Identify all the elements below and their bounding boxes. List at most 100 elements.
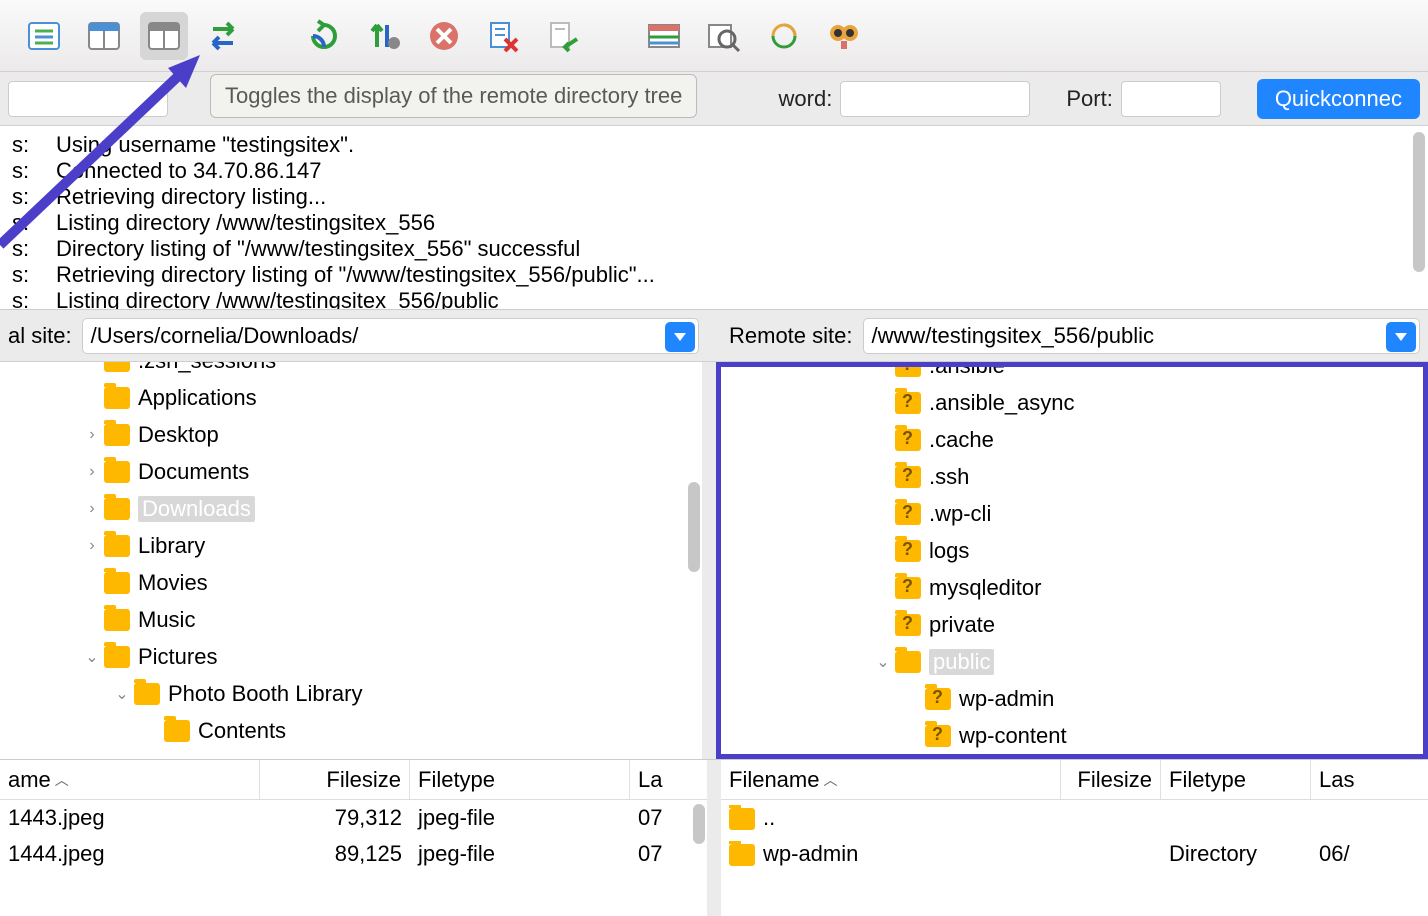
compare-icon[interactable] xyxy=(640,12,688,60)
tree-item-label: Contents xyxy=(198,718,286,744)
site-bars: al site: /Users/cornelia/Downloads/ Remo… xyxy=(0,310,1428,362)
tree-item[interactable]: ⌄ Pictures xyxy=(0,638,702,675)
tree-item[interactable]: private xyxy=(721,606,1423,643)
twisty-icon[interactable]: ⌄ xyxy=(110,684,134,704)
file-row[interactable]: 1443.jpeg79,312jpeg-file07 xyxy=(0,800,707,836)
tree-item-label: mysqleditor xyxy=(929,575,1041,601)
file-row[interactable]: 1444.jpeg89,125jpeg-file07 xyxy=(0,836,707,872)
tree-item-label: Library xyxy=(138,533,205,559)
toggle-local-tree-icon[interactable] xyxy=(80,12,128,60)
tree-item[interactable]: ⌄Photo Booth Library xyxy=(0,675,702,712)
password-label: word: xyxy=(779,86,833,112)
host-input[interactable] xyxy=(8,81,168,117)
log-line: Using username "testingsitex". xyxy=(56,132,1416,158)
dropdown-icon[interactable] xyxy=(1386,322,1416,352)
tree-item[interactable]: ⌄public xyxy=(721,643,1423,680)
tree-item[interactable]: .zsh_sessions xyxy=(0,362,702,379)
local-tree[interactable]: .zsh_sessionsApplications›Desktop›Docume… xyxy=(0,362,702,759)
tree-item-label: Movies xyxy=(138,570,208,596)
tree-item[interactable]: › Library xyxy=(0,527,702,564)
folder-icon xyxy=(895,540,921,562)
tree-item-label: .ansible xyxy=(929,362,1005,379)
local-list-header[interactable]: ame ︿ Filesize Filetype La xyxy=(0,760,707,800)
sort-asc-icon: ︿ xyxy=(55,770,69,790)
remote-list-header[interactable]: Filename ︿ Filesize Filetype Las xyxy=(721,760,1428,800)
twisty-icon[interactable]: › xyxy=(80,463,104,481)
twisty-icon[interactable]: › xyxy=(80,537,104,555)
log-line: Connected to 34.70.86.147 xyxy=(56,158,1416,184)
scrollbar[interactable] xyxy=(688,482,700,572)
tree-item-label: wp-admin xyxy=(959,686,1054,712)
tree-item[interactable]: Contents xyxy=(0,712,702,749)
reconnect-icon[interactable] xyxy=(540,12,588,60)
find-icon[interactable] xyxy=(820,12,868,60)
tree-item[interactable]: .cache xyxy=(721,421,1423,458)
folder-icon xyxy=(895,362,921,377)
twisty-icon[interactable]: › xyxy=(80,500,104,518)
port-label: Port: xyxy=(1066,86,1112,112)
tree-item[interactable]: .ssh xyxy=(721,458,1423,495)
tree-item-label: Documents xyxy=(138,459,249,485)
local-site-label: al site: xyxy=(8,323,72,349)
search-icon[interactable] xyxy=(700,12,748,60)
folder-icon xyxy=(164,720,190,742)
remote-file-list[interactable]: Filename ︿ Filesize Filetype Las ..wp-ad… xyxy=(721,760,1428,916)
tree-item[interactable]: mysqleditor xyxy=(721,569,1423,606)
local-path-combo[interactable]: /Users/cornelia/Downloads/ xyxy=(82,318,699,354)
tree-item-label: wp-content xyxy=(959,723,1067,749)
remote-site-label: Remote site: xyxy=(729,323,853,349)
dropdown-icon[interactable] xyxy=(665,322,695,352)
folder-icon xyxy=(104,424,130,446)
process-queue-icon[interactable] xyxy=(360,12,408,60)
cancel-icon[interactable] xyxy=(420,12,468,60)
folder-icon xyxy=(895,503,921,525)
tree-item[interactable]: wp-admin xyxy=(721,680,1423,717)
tree-item-label: private xyxy=(929,612,995,638)
tree-item[interactable]: › Documents xyxy=(0,453,702,490)
toggle-remote-tree-icon[interactable] xyxy=(140,12,188,60)
tree-item-label: Pictures xyxy=(138,644,217,670)
tree-item[interactable]: logs xyxy=(721,532,1423,569)
tree-item[interactable]: Movies xyxy=(0,564,702,601)
tree-item-label: Downloads xyxy=(138,496,255,522)
tree-item[interactable]: ›Desktop xyxy=(0,416,702,453)
refresh-icon[interactable] xyxy=(300,12,348,60)
tree-item[interactable]: Applications xyxy=(0,379,702,416)
local-file-list[interactable]: ame ︿ Filesize Filetype La 1443.jpeg79,3… xyxy=(0,760,707,916)
folder-icon xyxy=(895,614,921,636)
scrollbar[interactable] xyxy=(1413,132,1425,272)
sort-asc-icon: ︿ xyxy=(823,770,837,790)
log-line: Retrieving directory listing of "/www/te… xyxy=(56,262,1416,288)
remote-tree[interactable]: .ansible .ansible_async .cache .ssh .wp-clil… xyxy=(716,362,1428,759)
tree-item-label: Applications xyxy=(138,385,257,411)
sync-browsing-icon[interactable] xyxy=(760,12,808,60)
port-input[interactable] xyxy=(1121,81,1221,117)
scrollbar[interactable] xyxy=(693,804,705,844)
tree-item[interactable]: Music xyxy=(0,601,702,638)
quickconnect-button[interactable]: Quickconnec xyxy=(1257,79,1420,119)
tree-item[interactable]: .ansible_async xyxy=(721,384,1423,421)
twisty-icon[interactable]: ⌄ xyxy=(80,647,104,667)
file-row[interactable]: wp-adminDirectory06/ xyxy=(721,836,1428,872)
folder-icon xyxy=(104,609,130,631)
tree-item-label: .ansible_async xyxy=(929,390,1075,416)
folder-icon xyxy=(895,466,921,488)
password-input[interactable] xyxy=(840,81,1030,117)
tree-item[interactable]: .ansible xyxy=(721,362,1423,384)
folder-icon xyxy=(134,683,160,705)
tree-panels: .zsh_sessionsApplications›Desktop›Docume… xyxy=(0,362,1428,759)
twisty-icon[interactable]: ⌄ xyxy=(871,652,895,672)
remote-path-combo[interactable]: /www/testingsitex_556/public xyxy=(863,318,1421,354)
tree-item-label: .ssh xyxy=(929,464,969,490)
twisty-icon[interactable]: › xyxy=(80,426,104,444)
transfer-queue-icon[interactable] xyxy=(200,12,248,60)
disconnect-icon[interactable] xyxy=(480,12,528,60)
tree-item[interactable]: .wp-cli xyxy=(721,495,1423,532)
folder-icon xyxy=(104,646,130,668)
folder-icon xyxy=(895,392,921,414)
file-row[interactable]: .. xyxy=(721,800,1428,836)
tree-item[interactable]: wp-content xyxy=(721,717,1423,754)
folder-icon xyxy=(895,577,921,599)
sitemanager-icon[interactable] xyxy=(20,12,68,60)
tree-item[interactable]: › Downloads xyxy=(0,490,702,527)
